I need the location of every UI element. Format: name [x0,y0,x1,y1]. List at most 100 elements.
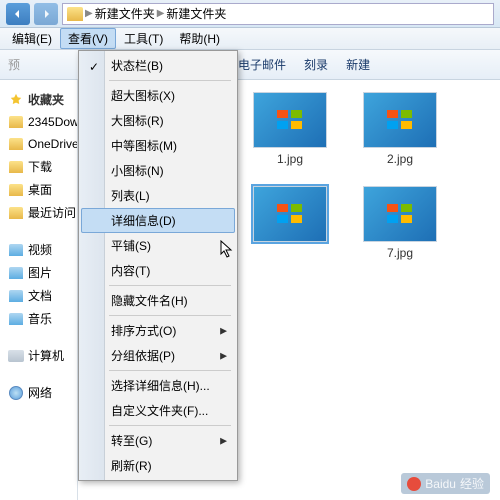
sidebar-item-label: 下载 [28,158,52,175]
paw-icon [407,477,421,491]
toolbar-burn[interactable]: 刻录 [304,56,328,73]
chevron-right-icon: ▶ [157,8,165,19]
sidebar-item[interactable]: 桌面 [0,178,77,201]
menu-tools[interactable]: 工具(T) [116,28,171,49]
sidebar-item[interactable]: 图片 [0,261,77,284]
menu-item-label: 自定义文件夹(F)... [111,404,208,418]
file-thumbnail[interactable]: 7.jpg [360,186,440,260]
star-icon [8,92,24,108]
menu-item-label: 内容(T) [111,264,150,278]
chevron-right-icon: ▶ [220,435,227,446]
toolbar-new-folder[interactable]: 新建 [346,56,370,73]
chevron-right-icon: ▶ [220,325,227,336]
computer-icon [8,348,24,364]
sidebar-item[interactable]: 最近访问的 [0,201,77,224]
breadcrumb-seg[interactable]: 新建文件夹 [166,5,226,22]
nav-forward-button[interactable] [34,3,58,25]
sidebar-item-label: 文档 [28,287,52,304]
menu-separator [109,285,231,286]
toolbar-preview[interactable]: 预 [8,56,20,73]
file-thumbnail[interactable]: 1.jpg [250,92,330,166]
file-thumbnail[interactable]: 2.jpg [360,92,440,166]
menu-item[interactable]: 中等图标(M) [81,133,235,158]
sidebar-item-label: 2345Down [28,115,77,129]
thumbnail-image [253,92,327,148]
menu-view[interactable]: 查看(V) [60,28,116,49]
menu-item[interactable]: 超大图标(X) [81,83,235,108]
thumbnail-image [363,92,437,148]
sidebar-favorites-label: 收藏夹 [28,91,64,108]
menu-item[interactable]: 小图标(N) [81,158,235,183]
sidebar-item[interactable]: 下载 [0,155,77,178]
file-name-label: 1.jpg [277,152,303,166]
menu-separator [109,425,231,426]
file-name-label: 2.jpg [387,152,413,166]
file-thumbnail[interactable] [250,186,330,260]
folder-icon [8,182,24,198]
menu-item[interactable]: 内容(T) [81,258,235,283]
menu-item-label: 平铺(S) [111,239,151,253]
menu-item[interactable]: 排序方式(O)▶ [81,318,235,343]
sidebar-item[interactable]: 视频 [0,238,77,261]
menu-item[interactable]: 大图标(R) [81,108,235,133]
menu-item[interactable]: 平铺(S) [81,233,235,258]
folder-icon [8,114,24,130]
toolbar-email[interactable]: 电子邮件 [238,56,286,73]
menu-item-label: 列表(L) [111,189,150,203]
chevron-right-icon: ▶ [85,8,93,19]
check-icon: ✓ [89,60,101,72]
thumbnail-image [253,186,327,242]
menu-item-label: 详细信息(D) [111,214,176,228]
menu-item[interactable]: 转至(G) ▶ [81,428,235,453]
menu-item[interactable]: 隐藏文件名(H) [81,288,235,313]
thumbnail-image [363,186,437,242]
sidebar-network-label: 网络 [28,384,52,401]
menu-item[interactable]: ✓状态栏(B) [81,53,235,78]
sidebar-item-label: OneDrive [28,137,77,151]
watermark: Baidu 经验 [401,473,490,494]
folder-icon [8,205,24,221]
menu-help[interactable]: 帮助(H) [171,28,228,49]
chevron-right-icon: ▶ [220,350,227,361]
folder-icon [8,136,24,152]
menu-separator [109,80,231,81]
menu-item-label: 隐藏文件名(H) [111,294,188,308]
menu-item[interactable]: 刷新(R) [81,453,235,478]
menu-edit[interactable]: 编辑(E) [4,28,60,49]
sidebar-computer[interactable]: 计算机 [0,344,77,367]
sidebar-item[interactable]: 2345Down [0,111,77,133]
sidebar-item-label: 图片 [28,264,52,281]
menu-item[interactable]: 详细信息(D) [81,208,235,233]
menu-item[interactable]: 自定义文件夹(F)... [81,398,235,423]
sidebar-item[interactable]: 音乐 [0,307,77,330]
folder-icon [67,7,83,21]
library-icon [8,265,24,281]
menu-item-label: 超大图标(X) [111,89,175,103]
menu-item-label: 选择详细信息(H)... [111,379,210,393]
menu-item[interactable]: 分组依据(P)▶ [81,343,235,368]
nav-back-button[interactable] [6,3,30,25]
breadcrumb-seg[interactable]: 新建文件夹 [95,5,155,22]
library-icon [8,242,24,258]
folder-icon [8,159,24,175]
sidebar-item[interactable]: OneDrive [0,133,77,155]
sidebar-favorites-header[interactable]: 收藏夹 [0,88,77,111]
menubar: 编辑(E) 查看(V) 工具(T) 帮助(H) [0,28,500,50]
menu-separator [109,315,231,316]
watermark-sub: 经验 [460,475,484,492]
menu-item-label: 小图标(N) [111,164,164,178]
library-icon [8,288,24,304]
sidebar-item[interactable]: 文档 [0,284,77,307]
menu-item-label: 中等图标(M) [111,139,177,153]
menu-item-label: 刷新(R) [111,459,152,473]
view-dropdown-menu: ✓状态栏(B) 超大图标(X) 大图标(R) 中等图标(M) 小图标(N) 列表(L) 详细… [78,50,238,481]
sidebar-network[interactable]: 网络 [0,381,77,404]
menu-item-label: 转至(G) [111,434,152,448]
sidebar: 收藏夹 2345Down OneDrive 下载桌面最近访问的 视频图片文档音乐 计… [0,80,78,500]
breadcrumb[interactable]: ▶ 新建文件夹 ▶ 新建文件夹 [62,3,494,25]
sidebar-item-label: 最近访问的 [28,204,77,221]
sidebar-item-label: 音乐 [28,310,52,327]
menu-item[interactable]: 选择详细信息(H)... [81,373,235,398]
network-icon [8,385,24,401]
menu-item[interactable]: 列表(L) [81,183,235,208]
